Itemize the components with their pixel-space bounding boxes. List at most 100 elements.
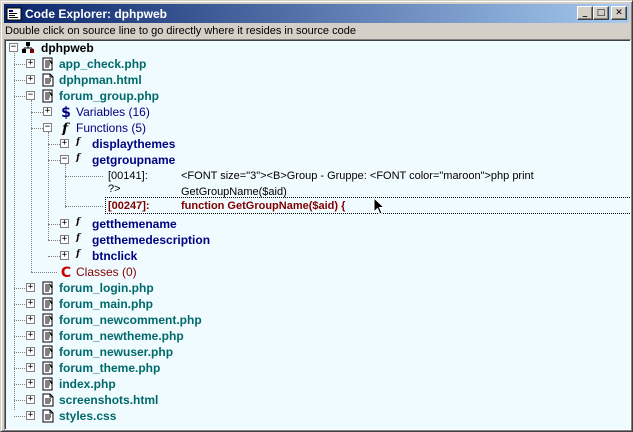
function-icon: f [75, 217, 82, 227]
tree-file-item[interactable]: forum_theme.php [59, 360, 160, 376]
expand-toggle[interactable]: + [26, 363, 35, 372]
tree-function-item[interactable]: displaythemes [92, 136, 175, 152]
code-explorer-icon [6, 7, 22, 20]
collapse-toggle[interactable]: − [60, 155, 69, 164]
tree-file-item-open[interactable]: forum_group.php [59, 88, 159, 104]
svg-text:f: f [75, 153, 82, 163]
code-tree[interactable]: − dphpweb + app_check.php + dphpman.html − foru… [4, 39, 631, 430]
window-title: Code Explorer: dphpweb [25, 6, 168, 21]
source-line-code[interactable]: <FONT size="3"><B>Group - Gruppe: <FONT … [181, 168, 630, 200]
expand-toggle[interactable]: + [26, 331, 35, 340]
expand-toggle[interactable]: + [60, 219, 69, 228]
code-explorer-window: Code Explorer: dphpweb _ □ ✕ Double clic… [0, 0, 633, 432]
close-button[interactable]: ✕ [611, 6, 627, 20]
expand-toggle[interactable]: + [26, 283, 35, 292]
php-file-icon [42, 345, 53, 359]
php-file-icon [42, 377, 53, 391]
tree-guide-line [48, 160, 60, 161]
php-file-icon [42, 89, 53, 103]
expand-toggle[interactable]: + [26, 347, 35, 356]
expand-toggle[interactable]: + [26, 379, 35, 388]
tree-guide-line [31, 112, 43, 113]
tree-guide-line [48, 224, 60, 225]
svg-text:C: C [61, 265, 71, 279]
tree-root[interactable]: dphpweb [41, 40, 94, 56]
php-file-icon [42, 297, 53, 311]
mouse-cursor-icon [373, 197, 386, 215]
tree-guide-line [65, 176, 103, 177]
tree-functions-node[interactable]: Functions (5) [76, 120, 146, 136]
dollar-icon: $ [61, 105, 71, 119]
tree-file-item[interactable]: forum_login.php [59, 280, 154, 296]
hint-text: Double click on source line to go direct… [5, 25, 356, 37]
source-line-code-cont[interactable]: ?> [108, 181, 121, 197]
source-line-code[interactable]: function GetGroupName($aid) { [181, 198, 345, 214]
tree-function-item[interactable]: getgroupname [92, 152, 175, 168]
minimize-icon: _ [582, 7, 588, 18]
svg-text:f: f [61, 121, 71, 135]
php-file-icon [42, 361, 53, 375]
project-icon [22, 42, 34, 53]
tree-file-item[interactable]: dphpman.html [59, 72, 142, 88]
tree-file-item[interactable]: forum_newcomment.php [59, 312, 202, 328]
expand-toggle[interactable]: + [60, 235, 69, 244]
maximize-icon: □ [596, 7, 606, 18]
title-bar[interactable]: Code Explorer: dphpweb _ □ ✕ [4, 4, 629, 23]
php-file-icon [42, 57, 53, 71]
close-icon: ✕ [615, 7, 623, 18]
php-file-icon [42, 329, 53, 343]
tree-function-item[interactable]: btnclick [92, 248, 137, 264]
tree-guide-line [65, 206, 103, 207]
tree-file-item[interactable]: forum_newtheme.php [59, 328, 184, 344]
html-file-icon [42, 73, 54, 87]
tree-guide-line [48, 256, 60, 257]
svg-text:f: f [75, 233, 82, 243]
source-line-number[interactable]: [00247]: [108, 198, 150, 214]
tree-guide-line [48, 240, 60, 241]
expand-toggle[interactable]: + [26, 411, 35, 420]
tree-file-item[interactable]: app_check.php [59, 56, 146, 72]
svg-text:f: f [75, 217, 82, 227]
tree-guide-line [48, 144, 60, 145]
expand-toggle[interactable]: + [26, 75, 35, 84]
function-icon: f [75, 233, 82, 243]
svg-text:$: $ [61, 105, 71, 119]
expand-toggle[interactable]: + [43, 107, 52, 116]
collapse-toggle[interactable]: − [43, 123, 52, 132]
tree-guide-line [31, 128, 43, 129]
minimize-button[interactable]: _ [577, 6, 593, 20]
expand-toggle[interactable]: + [26, 395, 35, 404]
tree-guide-line [31, 100, 32, 272]
tree-file-item[interactable]: forum_main.php [59, 296, 153, 312]
tree-guide-line [31, 272, 57, 273]
svg-text:f: f [75, 137, 82, 147]
tree-variables-node[interactable]: Variables (16) [76, 104, 150, 120]
collapse-toggle[interactable]: − [9, 43, 18, 52]
tree-classes-node[interactable]: Classes (0) [76, 264, 137, 280]
function-icon: f [75, 153, 82, 163]
tree-file-item[interactable]: forum_newuser.php [59, 344, 173, 360]
html-file-icon [42, 393, 54, 407]
expand-toggle[interactable]: + [26, 299, 35, 308]
php-file-icon [42, 281, 53, 295]
tree-guide-line [14, 48, 15, 410]
expand-toggle[interactable]: + [26, 59, 35, 68]
function-icon: f [75, 249, 82, 259]
tree-guide-line [65, 164, 66, 208]
html-file-icon [42, 409, 54, 423]
maximize-button[interactable]: □ [593, 6, 609, 20]
tree-function-item[interactable]: getthemename [92, 216, 177, 232]
expand-toggle[interactable]: + [26, 315, 35, 324]
collapse-toggle[interactable]: − [26, 91, 35, 100]
function-icon: f [61, 121, 71, 135]
expand-toggle[interactable]: + [60, 251, 69, 260]
expand-toggle[interactable]: + [60, 139, 69, 148]
function-icon: f [75, 137, 82, 147]
tree-function-item[interactable]: getthemedescription [92, 232, 210, 248]
class-icon: C [61, 265, 71, 279]
svg-text:f: f [75, 249, 82, 259]
php-file-icon [42, 313, 53, 327]
tree-file-item[interactable]: styles.css [59, 408, 116, 424]
tree-file-item[interactable]: index.php [59, 376, 116, 392]
tree-file-item[interactable]: screenshots.html [59, 392, 158, 408]
